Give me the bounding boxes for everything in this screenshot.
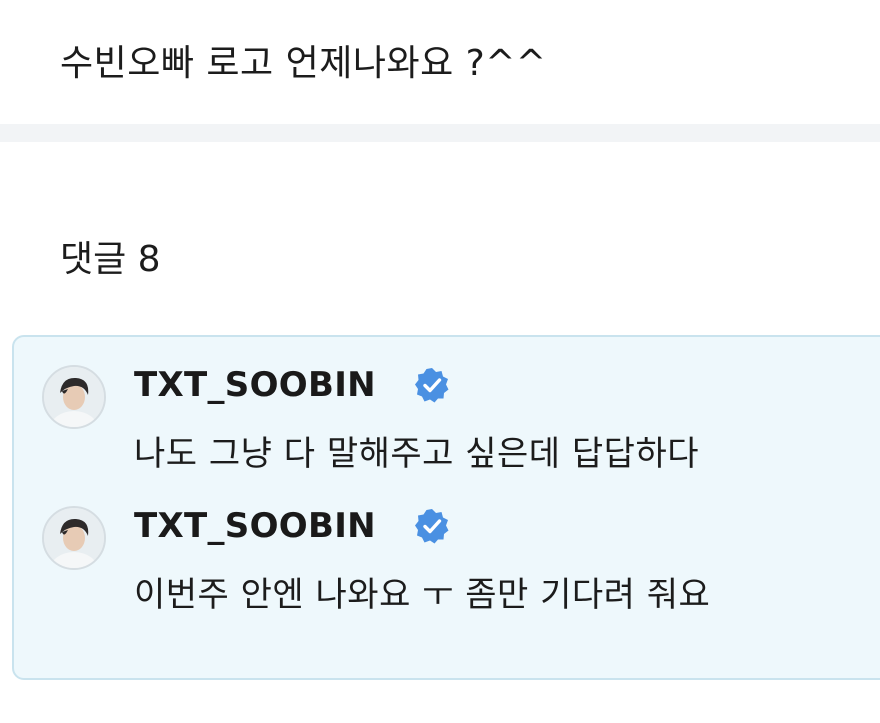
post-title: 수빈오빠 로고 언제나와요 ?^^ [60,43,547,84]
avatar-image [44,367,104,427]
avatar-image [44,508,104,568]
comment-count: 댓글 8 [60,239,161,280]
comment-text: 나도 그냥 다 말해주고 싶은데 답답하다 [134,434,700,474]
post-header: 수빈오빠 로고 언제나와요 ?^^ [0,0,880,124]
avatar[interactable] [42,365,106,429]
section-divider [0,124,880,142]
comment-thread: TXT_SOOBIN 나도 그냥 다 말해주고 싶은데 답답하다 TXT_SOO… [12,335,880,680]
comments-section: 댓글 8 TXT_SOOBIN 나도 그냥 다 말해주고 싶은데 답답하다 TX… [0,142,880,723]
comment-username[interactable]: TXT_SOOBIN [134,363,376,407]
verified-badge-icon [415,509,449,544]
comment-item[interactable]: TXT_SOOBIN 이번주 안엔 나와요 ㅜ 좀만 기다려 줘요 [14,478,880,615]
verified-badge-icon [415,368,449,403]
comment-username[interactable]: TXT_SOOBIN [134,504,376,548]
comment-item[interactable]: TXT_SOOBIN 나도 그냥 다 말해주고 싶은데 답답하다 [14,337,880,474]
comment-text: 이번주 안엔 나와요 ㅜ 좀만 기다려 줘요 [134,575,711,615]
avatar[interactable] [42,506,106,570]
